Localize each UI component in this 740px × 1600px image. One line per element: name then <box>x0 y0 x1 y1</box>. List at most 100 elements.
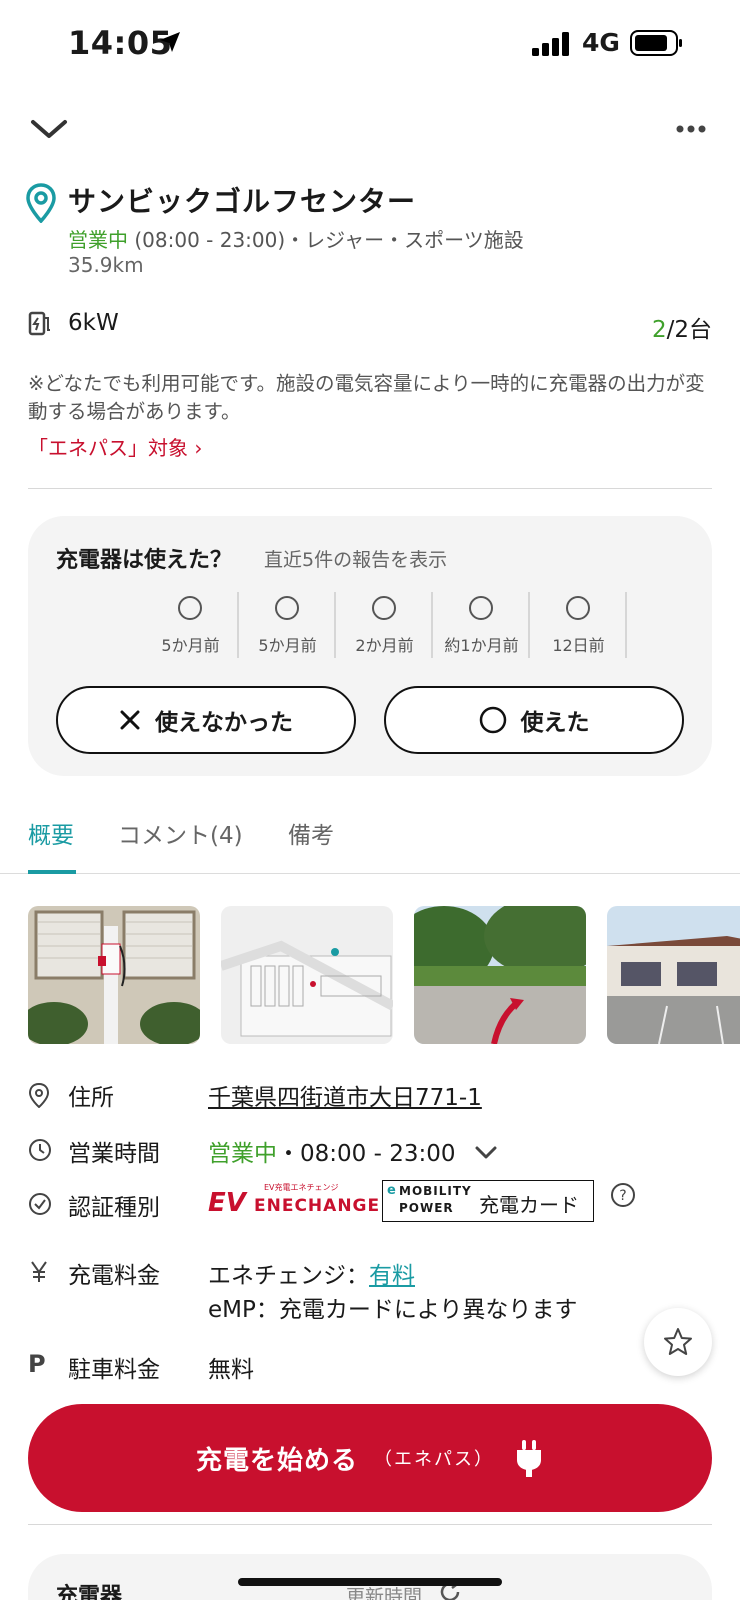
hours-label: 営業時間 <box>68 1141 160 1167</box>
charge-card-label: 充電カード <box>479 1193 579 1217</box>
chevron-down-icon[interactable] <box>475 1145 497 1161</box>
report-item: 2か月前 <box>336 592 433 658</box>
report-card: 充電器は使えた？ 直近5件の報告を表示 5か月前 5か月前 2か月前 約1か月前… <box>28 516 712 776</box>
report-subtitle: 直近5件の報告を表示 <box>264 549 448 571</box>
network-type: 4G <box>582 28 620 57</box>
active-tab-indicator <box>28 870 76 874</box>
report-date: 12日前 <box>552 636 605 655</box>
report-failed-label: 使えなかった <box>155 710 293 736</box>
map-pin-icon <box>26 183 56 223</box>
photo-building[interactable] <box>607 906 740 1044</box>
emp-e-mark: e <box>387 1183 396 1198</box>
svg-text:?: ? <box>619 1188 626 1204</box>
tab-bar: 概要 コメント(4) 備考 <box>0 806 740 874</box>
photo-entrance[interactable] <box>414 906 586 1044</box>
report-date: 約1か月前 <box>444 636 519 655</box>
photo-gallery <box>28 906 740 1046</box>
photo-charger[interactable] <box>28 906 200 1044</box>
charger-section: 充電器 更新時間 <box>28 1554 712 1600</box>
plug-icon <box>517 1440 541 1477</box>
enepass-link[interactable]: 「エネパス」対象 › <box>28 432 202 461</box>
auth-row: 認証種別 EV EV充電エネチェンジ ENECHANGE e MOBILITY … <box>28 1180 728 1236</box>
report-item: 12日前 <box>530 592 627 658</box>
help-icon[interactable]: ? <box>610 1182 636 1208</box>
top-nav <box>0 100 740 160</box>
hours-category: (08:00 - 23:00)・レジャー・スポーツ施設 <box>128 228 524 252</box>
charger-section-title: 充電器 <box>56 1584 123 1600</box>
address-link[interactable]: 千葉県四街道市大日771-1 <box>208 1078 482 1112</box>
chevron-down-icon[interactable] <box>30 114 68 144</box>
fee-line-1: エネチェンジ：有料 <box>208 1256 415 1290</box>
success-circle-icon <box>178 596 202 620</box>
cross-icon <box>120 710 140 730</box>
availability-note: ※どなたでも利用可能です。施設の電気容量により一時的に充電器の出力が変動する場合… <box>28 372 705 423</box>
hours-row: 営業時間 営業中・08:00 - 23:00 <box>28 1134 728 1170</box>
parking-label: 駐車料金 <box>68 1357 160 1383</box>
report-title: 充電器は使えた？ <box>56 548 233 573</box>
hours-status: 営業中 <box>208 1141 277 1167</box>
power-row: 6kW 2/2台 <box>28 308 712 344</box>
fee-label: 充電料金 <box>68 1263 160 1289</box>
divider <box>28 488 712 489</box>
parking-value: 無料 <box>208 1357 254 1383</box>
fee-prefix: エネチェンジ： <box>208 1263 369 1289</box>
report-history: 5か月前 5か月前 2か月前 約1か月前 12日前 <box>142 592 627 662</box>
emp-card-badge: e MOBILITY POWER 充電カード <box>382 1180 594 1222</box>
parking-icon: P <box>28 1350 46 1378</box>
hours-value[interactable]: 営業中・08:00 - 23:00 <box>208 1134 497 1168</box>
start-charging-label: 充電を始める <box>195 1445 358 1476</box>
enechange-text: ENECHANGE <box>254 1196 381 1216</box>
signal-icon <box>532 32 569 56</box>
report-success-button[interactable]: 使えた <box>384 686 684 754</box>
enechange-small-text: EV充電エネチェンジ <box>264 1183 339 1192</box>
address-row: 住所 千葉県四街道市大日771-1 <box>28 1078 728 1114</box>
favorite-button[interactable] <box>644 1308 712 1376</box>
place-status-line: 営業中 (08:00 - 23:00)・レジャー・スポーツ施設 <box>68 224 524 253</box>
emp-power: POWER <box>399 1201 454 1215</box>
report-item: 5か月前 <box>142 592 239 658</box>
report-item: 5か月前 <box>239 592 336 658</box>
fee-line-2: eMP：充電カードにより異なります <box>208 1297 578 1323</box>
start-charging-sub: （エネパス） <box>374 1449 494 1470</box>
charger-plug-icon <box>28 311 50 336</box>
fee-row: 充電料金 エネチェンジ：有料 eMP：充電カードにより異なります <box>28 1256 728 1328</box>
distance: 35.9km <box>68 253 144 277</box>
yen-icon <box>31 1261 47 1282</box>
battery-icon <box>630 30 682 56</box>
circle-icon <box>479 706 506 734</box>
charger-count: 2/2台 <box>652 310 712 344</box>
report-date: 5か月前 <box>161 636 220 655</box>
photo-map[interactable] <box>221 906 393 1044</box>
fee-link[interactable]: 有料 <box>369 1263 415 1289</box>
report-item: 約1か月前 <box>433 592 530 658</box>
place-name: サンビックゴルフセンター <box>68 185 417 218</box>
tab-overview[interactable]: 概要 <box>28 816 74 850</box>
report-date: 5か月前 <box>258 636 317 655</box>
start-charging-button[interactable]: 充電を始める （エネパス） <box>28 1404 712 1512</box>
report-failed-button[interactable]: 使えなかった <box>56 686 356 754</box>
star-icon <box>664 1328 692 1355</box>
parking-row: P 駐車料金 無料 <box>28 1350 728 1386</box>
report-success-label: 使えた <box>520 710 590 736</box>
success-circle-icon <box>469 596 493 620</box>
enechange-logo: EV EV充電エネチェンジ ENECHANGE <box>208 1182 379 1222</box>
map-pin-outline-icon <box>28 1082 50 1108</box>
home-indicator <box>238 1578 502 1586</box>
auth-label: 認証種別 <box>68 1195 160 1221</box>
ev-mark: EV <box>208 1188 246 1218</box>
success-circle-icon <box>566 596 590 620</box>
open-status: 営業中 <box>68 228 128 252</box>
success-circle-icon <box>275 596 299 620</box>
status-bar: 14:05 4G <box>0 0 740 90</box>
report-date: 2か月前 <box>355 636 414 655</box>
tab-comments[interactable]: コメント(4) <box>118 816 243 850</box>
tab-notes[interactable]: 備考 <box>288 816 334 850</box>
success-circle-icon <box>372 596 396 620</box>
clock-icon <box>29 1139 51 1161</box>
more-options-icon[interactable] <box>676 124 706 134</box>
total-count: /2台 <box>666 317 712 343</box>
hours-text: ・08:00 - 23:00 <box>277 1141 456 1167</box>
location-arrow-icon <box>160 32 180 52</box>
power-value: 6kW <box>68 310 119 336</box>
status-time: 14:05 <box>68 24 173 62</box>
